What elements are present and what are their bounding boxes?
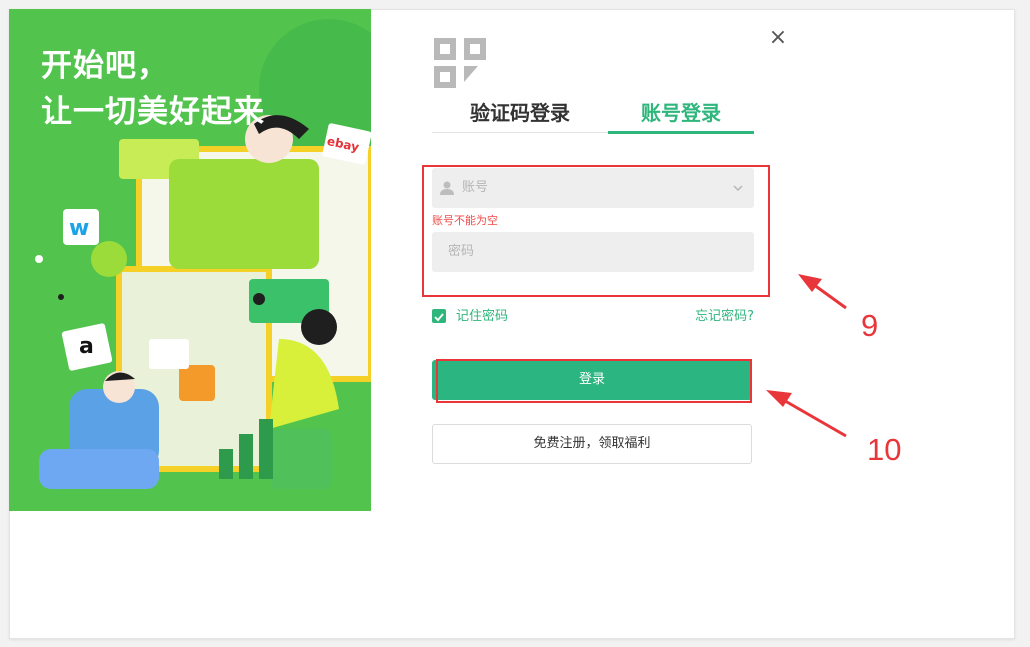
tab-sms-login[interactable]: 验证码登录 [432, 96, 608, 132]
login-tabs: 验证码登录 账号登录 [432, 96, 754, 134]
checkmark-icon [434, 313, 444, 322]
annotation-box-fields [422, 165, 770, 297]
forgot-password-link[interactable]: 忘记密码? [695, 308, 754, 325]
annotation-label-9: 9 [861, 308, 879, 343]
close-icon[interactable]: × [767, 27, 789, 49]
svg-text:a: a [79, 334, 94, 359]
active-tab-indicator [608, 131, 754, 134]
remember-password-label: 记住密码 [456, 309, 509, 324]
annotation-label-10: 10 [867, 432, 902, 467]
qr-code-icon[interactable] [432, 36, 488, 90]
promo-title-line1: 开始吧， [41, 48, 169, 84]
svg-text:w: w [69, 216, 89, 241]
promo-panel: w ebay a 开始吧， 让一切美好起来 [9, 9, 371, 511]
promo-title-line2: 让一切美好起来 [41, 94, 265, 130]
checkbox-checked[interactable] [432, 309, 446, 323]
register-button[interactable]: 免费注册，领取福利 [432, 424, 752, 464]
tab-account-login[interactable]: 账号登录 [608, 96, 754, 132]
promo-title: 开始吧， 让一切美好起来 [41, 43, 265, 135]
annotation-box-login [436, 359, 752, 403]
